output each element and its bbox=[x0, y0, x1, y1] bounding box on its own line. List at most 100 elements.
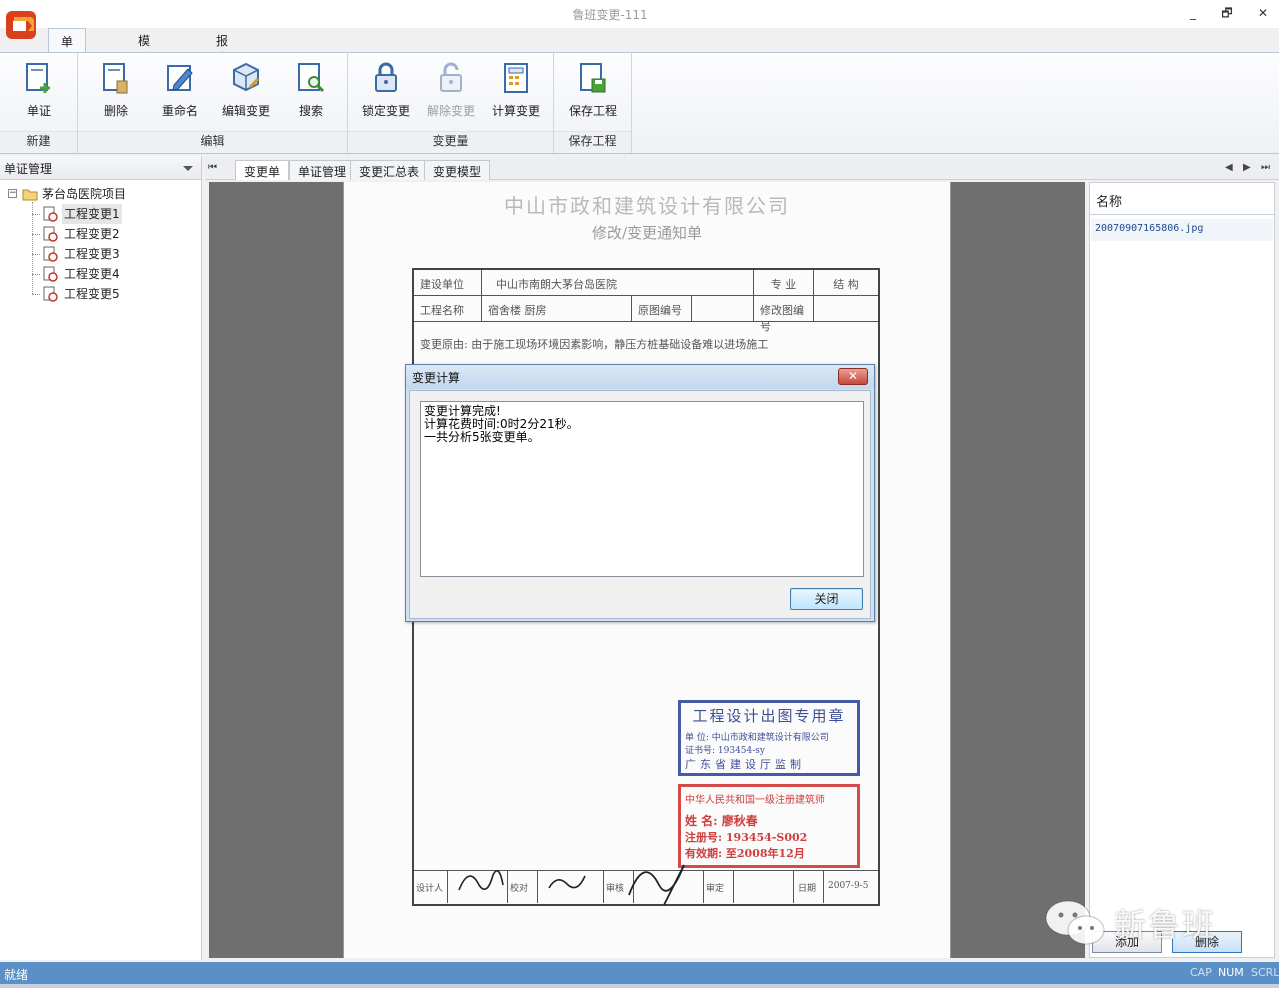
rename-label: 重命名 bbox=[161, 104, 198, 118]
stamp1-title: 工程设计出图专用章 bbox=[692, 707, 846, 725]
tree-branch bbox=[32, 274, 40, 275]
tree-branch bbox=[32, 294, 40, 295]
chevron-down-icon[interactable] bbox=[183, 166, 193, 171]
minimize-button[interactable]: _ bbox=[1182, 4, 1204, 22]
change-doc-icon bbox=[43, 286, 58, 302]
dialog-title-bar[interactable]: 变更计算 bbox=[406, 365, 874, 389]
title-bar: 鲁班变更-111 _ 🗗 ✕ bbox=[0, 0, 1279, 39]
change-doc-icon bbox=[43, 266, 58, 282]
tree-item[interactable]: 工程变更1 bbox=[0, 204, 201, 224]
tree-project-node[interactable]: − 茅台岛医院项目 bbox=[0, 184, 201, 204]
caps-indicator: CAP bbox=[1190, 966, 1212, 979]
form-label-major: 专 业 bbox=[754, 270, 814, 296]
collapse-icon[interactable]: − bbox=[8, 189, 17, 198]
tab-change-model[interactable]: 变更模型 bbox=[424, 160, 491, 180]
lock-change-label: 锁定变更 bbox=[361, 104, 410, 118]
result-textarea[interactable]: 变更计算完成! 计算花费时间:0时2分21秒。 一共分析5张变更单。 bbox=[420, 401, 864, 577]
status-text: 就绪 bbox=[4, 968, 29, 982]
document-tabs: ⏮ 变更单 单证管理 变更汇总表 变更模型 ◀ ▶ ⏭ bbox=[205, 158, 1279, 180]
restore-button[interactable]: 🗗 bbox=[1216, 4, 1238, 22]
ribbon-group-amount-label: 变更量 bbox=[348, 131, 553, 149]
ribbon-group-new-label: 新建 bbox=[0, 131, 77, 149]
lock-change-button[interactable]: 锁定变更 bbox=[356, 61, 416, 119]
stamp1-line3: 广东省建设厅监制 bbox=[685, 758, 805, 771]
search-label: 搜索 bbox=[298, 104, 323, 118]
tab-change-summary[interactable]: 变更汇总表 bbox=[350, 160, 429, 180]
calculate-change-label: 计算变更 bbox=[491, 104, 540, 118]
left-panel: 单证管理 − 茅台岛医院项目 工程变更1 工程变更2 工程变更3 工程变更4 工… bbox=[0, 156, 202, 960]
tab-report-management[interactable]: 报表管理 bbox=[204, 28, 240, 99]
sign-date-value: 2007-9-5 bbox=[828, 881, 869, 891]
save-project-label: 保存工程 bbox=[568, 104, 617, 118]
add-attachment-button[interactable]: 添加 bbox=[1092, 931, 1162, 953]
save-project-button[interactable]: 保存工程 bbox=[563, 61, 623, 119]
tree-branch bbox=[32, 214, 40, 215]
ribbon-group-save-label: 保存工程 bbox=[554, 131, 631, 149]
form-label-name: 工程名称 bbox=[414, 296, 482, 322]
tree-item[interactable]: 工程变更2 bbox=[0, 224, 201, 244]
dialog-close-button[interactable]: 关闭 bbox=[790, 588, 863, 610]
change-calc-dialog: 变更计算 ✕ 变更计算完成! 计算花费时间:0时2分21秒。 一共分析5张变更单… bbox=[405, 364, 875, 622]
project-node-label: 茅台岛医院项目 bbox=[42, 187, 127, 201]
delete-label: 删除 bbox=[103, 104, 128, 118]
ribbon-group-amount: 锁定变更 解除变更 计算变更 变更量 bbox=[348, 53, 554, 153]
tree-branch bbox=[32, 234, 40, 235]
new-document-label: 单证 bbox=[26, 104, 51, 118]
num-indicator: NUM bbox=[1218, 966, 1244, 979]
edit-change-button[interactable]: 编辑变更 bbox=[216, 61, 276, 119]
result-line: 一共分析5张变更单。 bbox=[424, 430, 540, 444]
form-value-major: 结 构 bbox=[814, 270, 878, 296]
last-tab-icon[interactable]: ⏭ bbox=[1261, 162, 1270, 173]
search-button[interactable]: 搜索 bbox=[281, 61, 341, 119]
dialog-title: 变更计算 bbox=[412, 371, 461, 385]
pencil-icon bbox=[167, 65, 193, 91]
ribbon-group-edit: 删除 重命名 编辑变更 搜索 编辑 bbox=[78, 53, 348, 153]
attachment-header: 名称 bbox=[1090, 183, 1274, 215]
edit-change-label: 编辑变更 bbox=[221, 104, 270, 118]
stamp2-line2: 注册号: 193454-S002 bbox=[685, 831, 808, 844]
first-tab-icon[interactable]: ⏮ bbox=[208, 162, 217, 173]
search-doc-icon bbox=[298, 63, 325, 93]
ribbon: 单证 新建 删除 重命名 编辑变更 搜索 编辑 锁定变更 解除变更 计算变更 变… bbox=[0, 52, 1279, 154]
cube-wrench-icon bbox=[233, 62, 260, 92]
close-window-button[interactable]: ✕ bbox=[1252, 4, 1274, 22]
change-doc-icon bbox=[43, 246, 58, 262]
stamp1-line1: 单 位: 中山市政和建筑设计有限公司 bbox=[685, 733, 829, 743]
form-label-mod: 修改图编号 bbox=[754, 296, 814, 333]
tree-item[interactable]: 工程变更5 bbox=[0, 284, 201, 304]
calculator-doc-icon bbox=[504, 63, 528, 93]
form-label-unit: 建设单位 bbox=[414, 270, 482, 296]
new-document-button[interactable]: 单证 bbox=[9, 61, 69, 119]
tab-doc-management[interactable]: 单证管理 bbox=[289, 160, 356, 180]
scroll-indicator: SCRL bbox=[1251, 966, 1279, 979]
calculate-change-button[interactable]: 计算变更 bbox=[486, 61, 546, 119]
project-tree: − 茅台岛医院项目 工程变更1 工程变更2 工程变更3 工程变更4 工程变更5 bbox=[0, 180, 201, 304]
form-label-orig: 原图编号 bbox=[632, 296, 692, 322]
dialog-close-icon[interactable]: ✕ bbox=[838, 368, 868, 385]
tab-model-management[interactable]: 模型管理 bbox=[126, 28, 162, 99]
delete-button[interactable]: 删除 bbox=[86, 61, 146, 119]
tree-item[interactable]: 工程变更4 bbox=[0, 264, 201, 284]
attachment-file-item[interactable]: 20070907165806.jpg bbox=[1091, 219, 1273, 241]
delete-attachment-button[interactable]: 删除 bbox=[1172, 931, 1242, 953]
rename-button[interactable]: 重命名 bbox=[150, 61, 210, 119]
ribbon-group-new: 单证 新建 bbox=[0, 53, 78, 153]
tree-item[interactable]: 工程变更3 bbox=[0, 244, 201, 264]
form-reason: 变更原由: 由于施工现场环境因素影响，静压方桩基础设备难以进场施工 bbox=[420, 338, 769, 351]
change-doc-icon bbox=[43, 226, 58, 242]
tab-change-form[interactable]: 变更单 bbox=[235, 160, 290, 180]
design-stamp: 工程设计出图专用章 单 位: 中山市政和建筑设计有限公司 证书号: 193454… bbox=[678, 700, 860, 776]
unlock-change-label: 解除变更 bbox=[426, 104, 475, 118]
form-value-orig bbox=[692, 296, 754, 322]
unlock-change-button[interactable]: 解除变更 bbox=[421, 61, 481, 119]
tab-document-management[interactable]: 单证管理 bbox=[48, 28, 87, 100]
tree-item-label: 工程变更1 bbox=[62, 204, 122, 224]
prev-tab-icon[interactable]: ◀ bbox=[1225, 162, 1233, 173]
delete-doc-icon bbox=[103, 63, 128, 94]
document-subtitle: 修改/变更通知单 bbox=[591, 224, 703, 242]
folder-icon bbox=[22, 189, 38, 201]
attachment-panel: 名称 20070907165806.jpg 添加 删除 bbox=[1089, 182, 1275, 958]
tree-item-label: 工程变更5 bbox=[64, 287, 120, 301]
sign-approver-value bbox=[734, 871, 794, 903]
next-tab-icon[interactable]: ▶ bbox=[1243, 162, 1251, 173]
